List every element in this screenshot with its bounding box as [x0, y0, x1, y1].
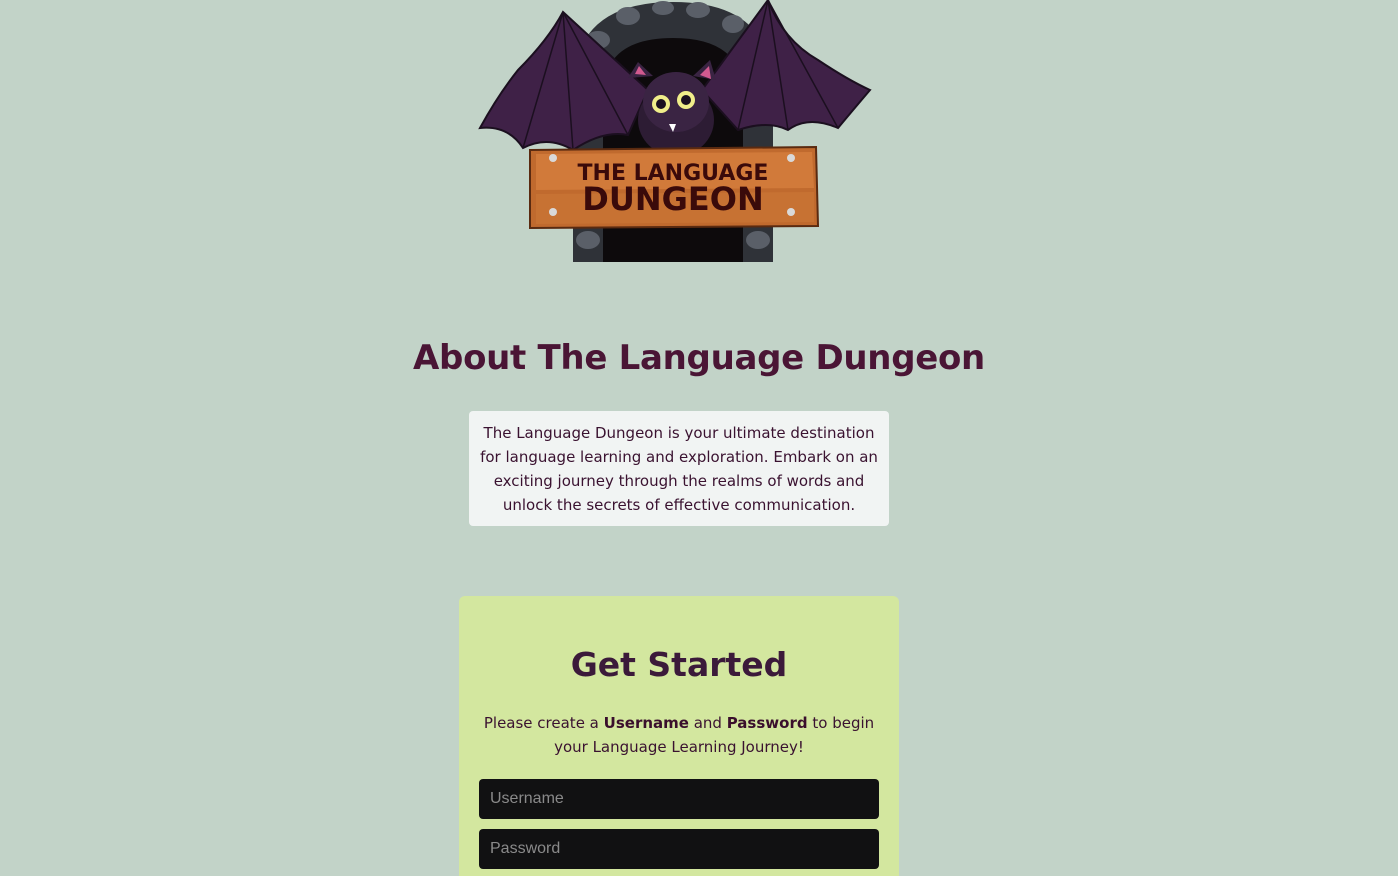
- get-started-title: Get Started: [570, 645, 788, 684]
- about-title: About The Language Dungeon: [413, 338, 985, 378]
- get-started-intro: Please create a Username and Password to…: [479, 711, 879, 759]
- logo-title-line2: DUNGEON: [582, 180, 763, 218]
- page: THE LANGUAGE DUNGEON About The Language …: [0, 0, 1398, 876]
- intro-and: and: [688, 714, 727, 732]
- about-description: The Language Dungeon is your ultimate de…: [469, 411, 889, 526]
- username-input[interactable]: [479, 779, 879, 819]
- intro-password-keyword: Password: [726, 714, 808, 732]
- intro-prefix: Please create a: [483, 714, 604, 732]
- get-started-card: Get Started Please create a Username and…: [459, 596, 899, 876]
- language-dungeon-logo: THE LANGUAGE DUNGEON: [478, 0, 872, 262]
- password-input[interactable]: [479, 829, 879, 869]
- intro-username-keyword: Username: [603, 714, 689, 732]
